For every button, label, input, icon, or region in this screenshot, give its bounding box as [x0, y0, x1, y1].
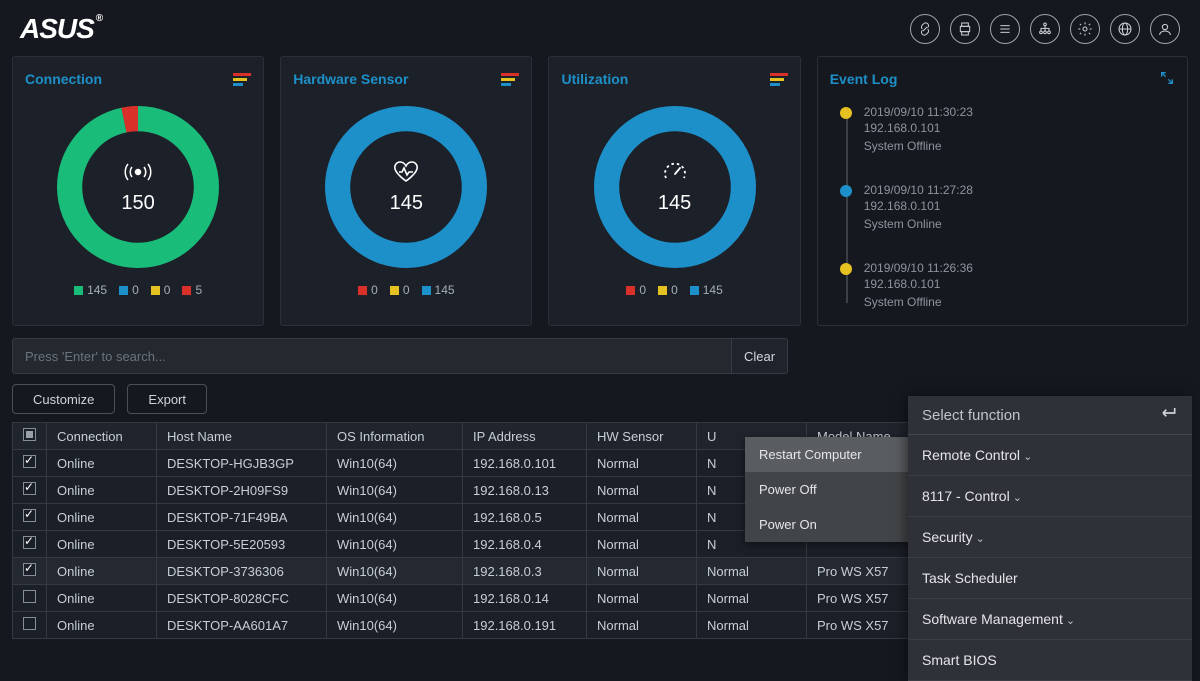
row-checkbox[interactable]: [23, 536, 36, 549]
connection-donut: 150: [48, 97, 228, 277]
hardware-legend: 00 145: [358, 283, 454, 297]
search-input[interactable]: [12, 338, 732, 374]
row-checkbox[interactable]: [23, 563, 36, 576]
panel-title: Event Log: [830, 71, 898, 87]
heart-icon: [391, 160, 421, 184]
function-item[interactable]: Security: [908, 517, 1192, 558]
context-menu-item[interactable]: Restart Computer: [745, 437, 909, 472]
legend-item: 0: [658, 283, 678, 297]
utilization-legend: 00 145: [626, 283, 722, 297]
hardware-total: 145: [390, 192, 423, 215]
row-checkbox[interactable]: [23, 482, 36, 495]
function-item[interactable]: Software Management: [908, 599, 1192, 640]
chart-icon[interactable]: [233, 73, 251, 86]
legend-item: 0: [119, 283, 139, 297]
row-checkbox[interactable]: [23, 509, 36, 522]
panel-connection: Connection 150 145005: [12, 56, 264, 326]
export-button[interactable]: Export: [127, 384, 207, 414]
user-icon[interactable]: [1150, 14, 1180, 44]
col-header[interactable]: OS Information: [327, 423, 463, 450]
dashboard-panels: Connection 150 145005 Hardware Sensor: [0, 48, 1200, 330]
legend-item: 0: [358, 283, 378, 297]
legend-item: 0: [626, 283, 646, 297]
print-icon[interactable]: [950, 14, 980, 44]
connection-total: 150: [121, 192, 154, 215]
function-item[interactable]: Task Scheduler: [908, 558, 1192, 599]
event-item[interactable]: 2019/09/10 11:30:23192.168.0.101System O…: [864, 105, 1175, 155]
panel-title: Utilization: [561, 71, 628, 87]
context-menu-item[interactable]: Power On: [745, 507, 909, 542]
gear-icon[interactable]: [1070, 14, 1100, 44]
function-item[interactable]: 8117 - Control: [908, 476, 1192, 517]
col-header[interactable]: Host Name: [157, 423, 327, 450]
context-menu-item[interactable]: Power Off: [745, 472, 909, 507]
col-header[interactable]: IP Address: [463, 423, 587, 450]
select-all-checkbox[interactable]: [23, 428, 36, 441]
function-panel-title: Select function: [922, 407, 1020, 424]
legend-item: 145: [422, 283, 455, 297]
panel-eventlog: Event Log 2019/09/10 11:30:23192.168.0.1…: [817, 56, 1188, 326]
globe-icon[interactable]: [1110, 14, 1140, 44]
brand-logo: ASUS: [20, 13, 102, 45]
top-icon-bar: [910, 14, 1180, 44]
panel-title: Connection: [25, 71, 102, 87]
function-panel-header: Select function: [908, 396, 1192, 435]
utilization-donut: 145: [585, 97, 765, 277]
function-item[interactable]: Remote Control: [908, 435, 1192, 476]
chart-icon[interactable]: [770, 73, 788, 86]
row-checkbox[interactable]: [23, 590, 36, 603]
signal-icon: [123, 160, 153, 184]
legend-item: 0: [151, 283, 171, 297]
panel-title: Hardware Sensor: [293, 71, 408, 87]
legend-item: 5: [182, 283, 202, 297]
gauge-icon: [660, 160, 690, 184]
legend-item: 0: [390, 283, 410, 297]
panel-hardware: Hardware Sensor 145 00 145: [280, 56, 532, 326]
event-timeline: 2019/09/10 11:30:23192.168.0.101System O…: [836, 105, 1175, 311]
row-checkbox[interactable]: [23, 617, 36, 630]
event-item[interactable]: 2019/09/10 11:27:28192.168.0.101System O…: [864, 183, 1175, 233]
clear-button[interactable]: Clear: [732, 338, 788, 374]
col-header[interactable]: HW Sensor: [587, 423, 697, 450]
app-header: ASUS: [0, 0, 1200, 48]
link-icon[interactable]: [910, 14, 940, 44]
row-checkbox[interactable]: [23, 455, 36, 468]
panel-utilization: Utilization 145 00 145: [548, 56, 800, 326]
utilization-total: 145: [658, 192, 691, 215]
legend-item: 145: [74, 283, 107, 297]
customize-button[interactable]: Customize: [12, 384, 115, 414]
legend-item: 145: [690, 283, 723, 297]
power-context-menu: Restart ComputerPower OffPower On: [745, 437, 909, 542]
event-item[interactable]: 2019/09/10 11:26:36192.168.0.101System O…: [864, 261, 1175, 311]
network-icon[interactable]: [1030, 14, 1060, 44]
search-row: Clear: [0, 330, 1200, 374]
hardware-donut: 145: [316, 97, 496, 277]
col-header[interactable]: Connection: [47, 423, 157, 450]
return-icon[interactable]: [1158, 406, 1178, 424]
function-panel: Select function Remote Control8117 - Con…: [908, 396, 1192, 681]
expand-icon[interactable]: [1159, 70, 1175, 89]
list-icon[interactable]: [990, 14, 1020, 44]
connection-legend: 145005: [74, 283, 202, 297]
chart-icon[interactable]: [501, 73, 519, 86]
